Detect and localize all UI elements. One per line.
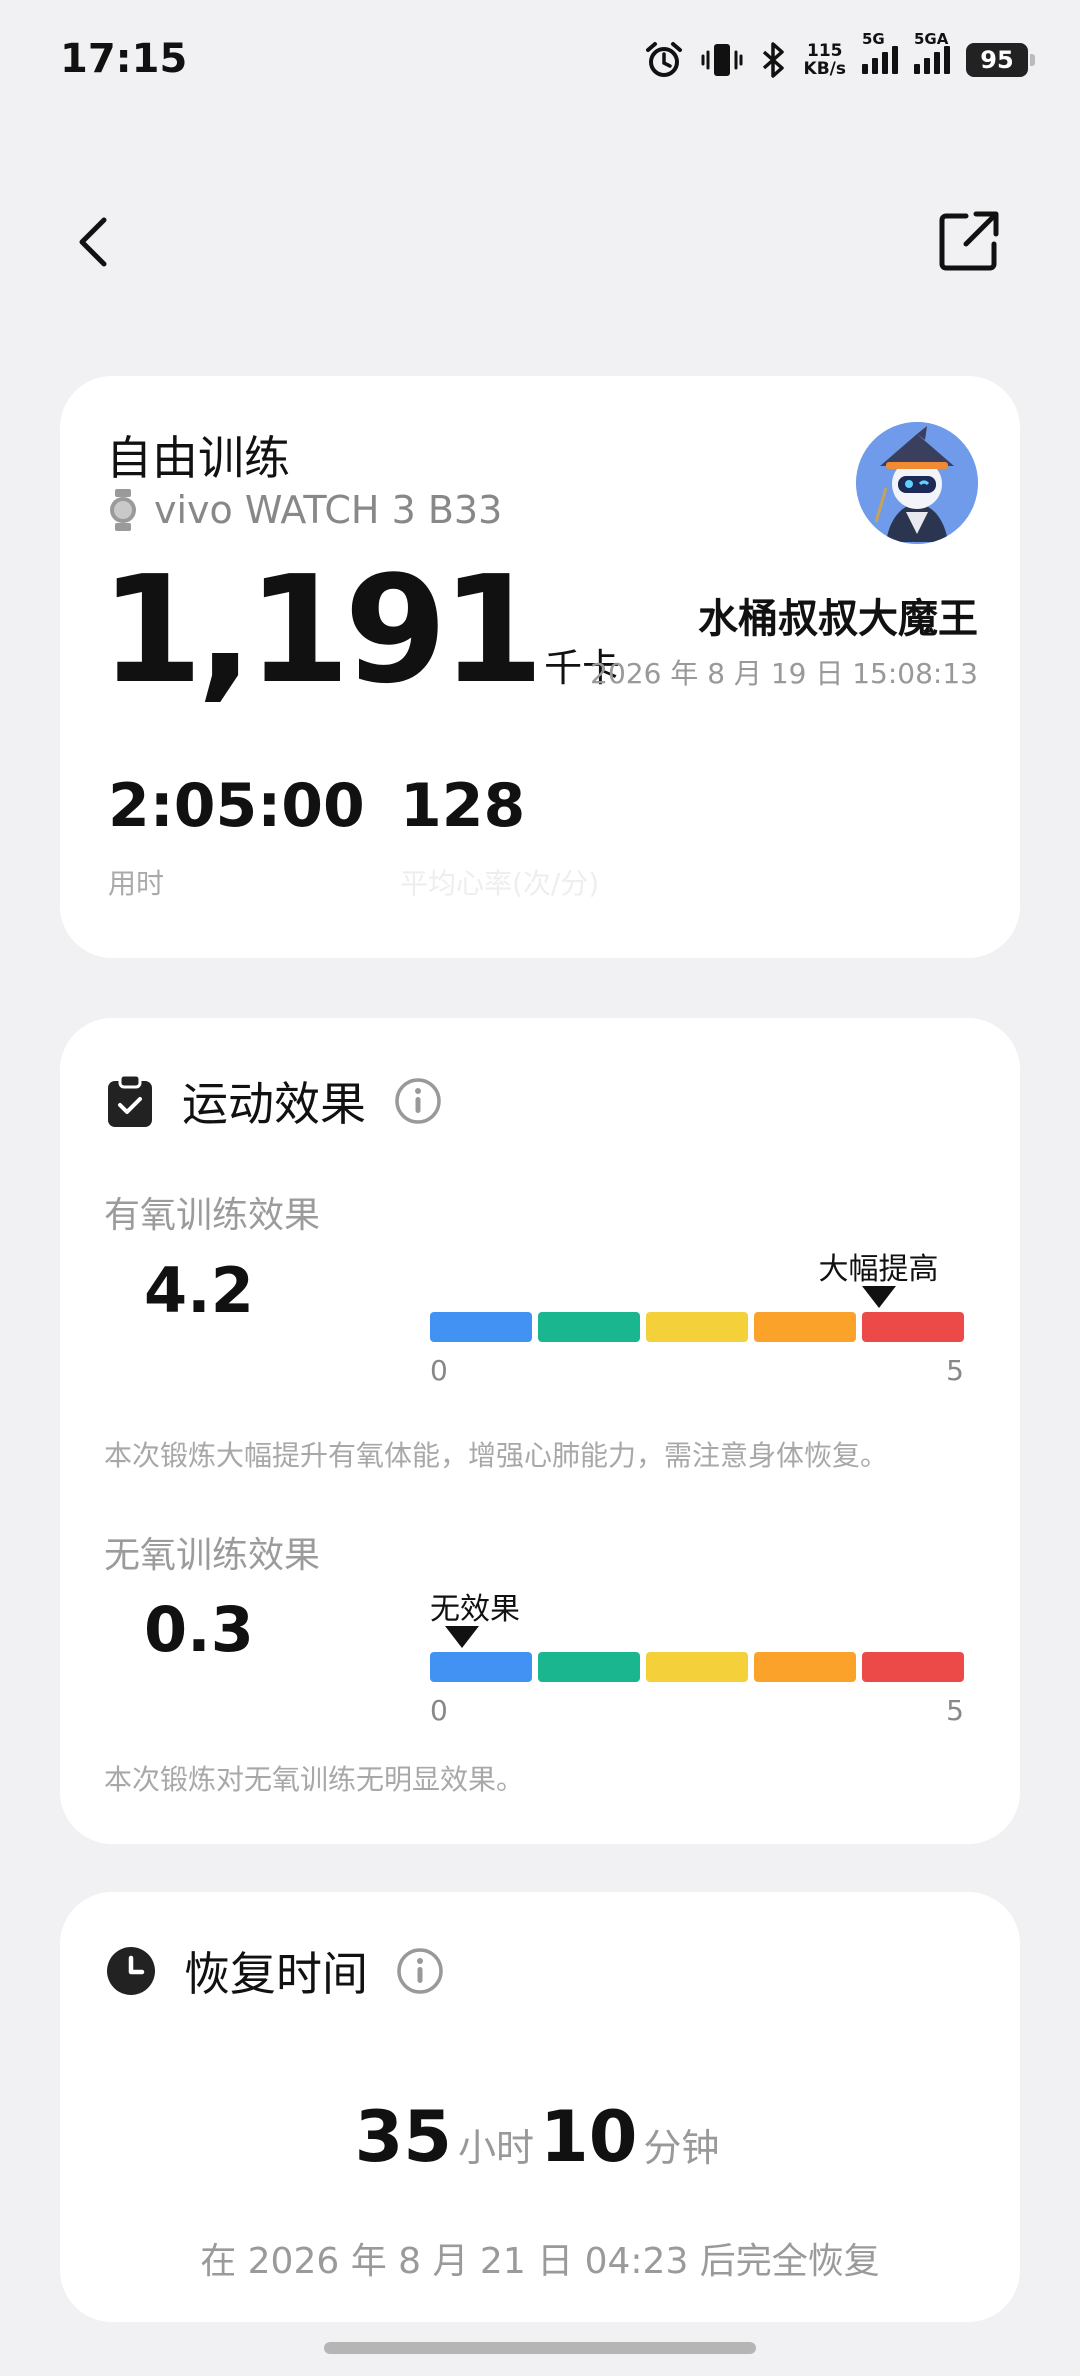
duration-label: 用时: [108, 867, 165, 900]
anaerobic-value: 0.3: [144, 1593, 254, 1666]
status-bar: 17:15 115 KB/s 5G 5GA 95: [0, 0, 1080, 120]
battery-icon: 95: [966, 43, 1035, 77]
network-speed: 115 KB/s: [804, 42, 846, 78]
anaerobic-scale-bar: [430, 1652, 964, 1682]
sim2-label: 5GA: [914, 30, 949, 48]
home-indicator[interactable]: [324, 2342, 756, 2354]
open-external-icon: [939, 211, 999, 271]
alarm-icon: [644, 40, 684, 80]
calories: 1,191 千卡: [100, 556, 620, 704]
recovery-hours-unit: 小时: [457, 2126, 534, 2170]
signal-sim1-icon: 5G: [862, 30, 898, 74]
workout-title: 自由训练: [106, 431, 290, 485]
anaerobic-scale-segment: [862, 1652, 964, 1682]
aerobic-scale-min: 0: [430, 1354, 448, 1387]
net-speed-value: 115: [807, 41, 843, 61]
anaerobic-label: 无氧训练效果: [104, 1535, 321, 1576]
signal-sim2-icon: 5GA: [914, 30, 950, 74]
heart-rate-value: 128: [400, 771, 526, 841]
anaerobic-level-text: 无效果: [430, 1592, 520, 1627]
heart-rate-stat: 128 平均心率(次/分): [400, 776, 599, 902]
workout-summary-card: 自由训练 vivo WATCH 3 B33 1,191 千卡 水桶叔叔大魔王 2…: [60, 376, 1020, 958]
aerobic-scale-segment: [538, 1312, 640, 1342]
aerobic-marker-icon: [861, 1286, 896, 1308]
bluetooth-icon: [760, 40, 788, 80]
watch-icon: [110, 489, 136, 531]
share-button[interactable]: [936, 208, 1002, 274]
duration-stat: 2:05:00 用时: [108, 776, 365, 902]
info-icon[interactable]: [396, 1947, 444, 1995]
recovery-description: 在 2026 年 8 月 21 日 04:23 后完全恢复: [200, 2241, 880, 2282]
recovery-header: 恢复时间: [106, 1938, 444, 2004]
training-effect-title: 运动效果: [182, 1077, 366, 1131]
training-effect-card: 运动效果 有氧训练效果 4.2 大幅提高 0 5 本次锻炼大幅提升有氧体能，增强…: [60, 1018, 1020, 1844]
clock-icon: [107, 1947, 155, 1995]
workout-datetime: 2026 年 8 月 19 日 15:08:13: [590, 657, 978, 690]
anaerobic-scale-segment: [754, 1652, 856, 1682]
anaerobic-scale-segment: [430, 1652, 532, 1682]
vibrate-icon: [700, 40, 744, 80]
heart-rate-label: 平均心率(次/分): [400, 867, 600, 900]
calories-value: 1,191: [100, 544, 544, 716]
recovery-title: 恢复时间: [184, 1947, 368, 2001]
status-icons: 115 KB/s 5G 5GA 95: [644, 30, 1035, 90]
sim1-label: 5G: [862, 30, 885, 48]
aerobic-scale-max: 5: [946, 1354, 964, 1387]
duration-value: 2:05:00: [108, 771, 365, 841]
back-button[interactable]: [64, 210, 120, 274]
aerobic-scale-segment: [646, 1312, 748, 1342]
net-speed-unit: KB/s: [803, 59, 846, 79]
anaerobic-scale-segment: [646, 1652, 748, 1682]
avatar[interactable]: [856, 422, 978, 544]
aerobic-scale-segment: [754, 1312, 856, 1342]
info-icon[interactable]: [394, 1077, 442, 1125]
device-info: vivo WATCH 3 B33: [108, 488, 502, 532]
aerobic-scale-bar: [430, 1312, 964, 1342]
anaerobic-scale-min: 0: [430, 1694, 448, 1727]
anaerobic-description: 本次锻炼对无氧训练无明显效果。: [104, 1763, 525, 1796]
anaerobic-marker-icon: [445, 1626, 480, 1648]
chevron-left-icon: [79, 217, 107, 267]
battery-level: 95: [980, 46, 1014, 74]
recovery-hours: 35: [354, 2096, 452, 2178]
aerobic-label: 有氧训练效果: [104, 1195, 321, 1236]
aerobic-scale-segment: [430, 1312, 532, 1342]
recovery-card: 恢复时间 35 小时 10 分钟 在 2026 年 8 月 21 日 04:23…: [60, 1892, 1020, 2322]
recovery-minutes: 10: [540, 2096, 638, 2178]
aerobic-value: 4.2: [144, 1254, 254, 1327]
recovery-minutes-unit: 分钟: [643, 2126, 720, 2170]
username: 水桶叔叔大魔王: [698, 596, 978, 642]
aerobic-scale: 大幅提高 0 5: [430, 1250, 964, 1387]
status-time: 17:15: [60, 36, 188, 82]
recovery-time: 35 小时 10 分钟: [60, 2096, 1020, 2178]
aerobic-level-text: 大幅提高: [818, 1252, 939, 1287]
clipboard-check-icon: [108, 1075, 152, 1127]
device-name: vivo WATCH 3 B33: [154, 488, 503, 532]
aerobic-scale-segment: [862, 1312, 964, 1342]
aerobic-description: 本次锻炼大幅提升有氧体能，增强心肺能力，需注意身体恢复。: [104, 1439, 889, 1472]
anaerobic-scale-segment: [538, 1652, 640, 1682]
anaerobic-scale-max: 5: [946, 1694, 964, 1727]
training-effect-header: 运动效果: [106, 1068, 442, 1134]
anaerobic-scale: 无效果 0 5: [430, 1590, 964, 1727]
